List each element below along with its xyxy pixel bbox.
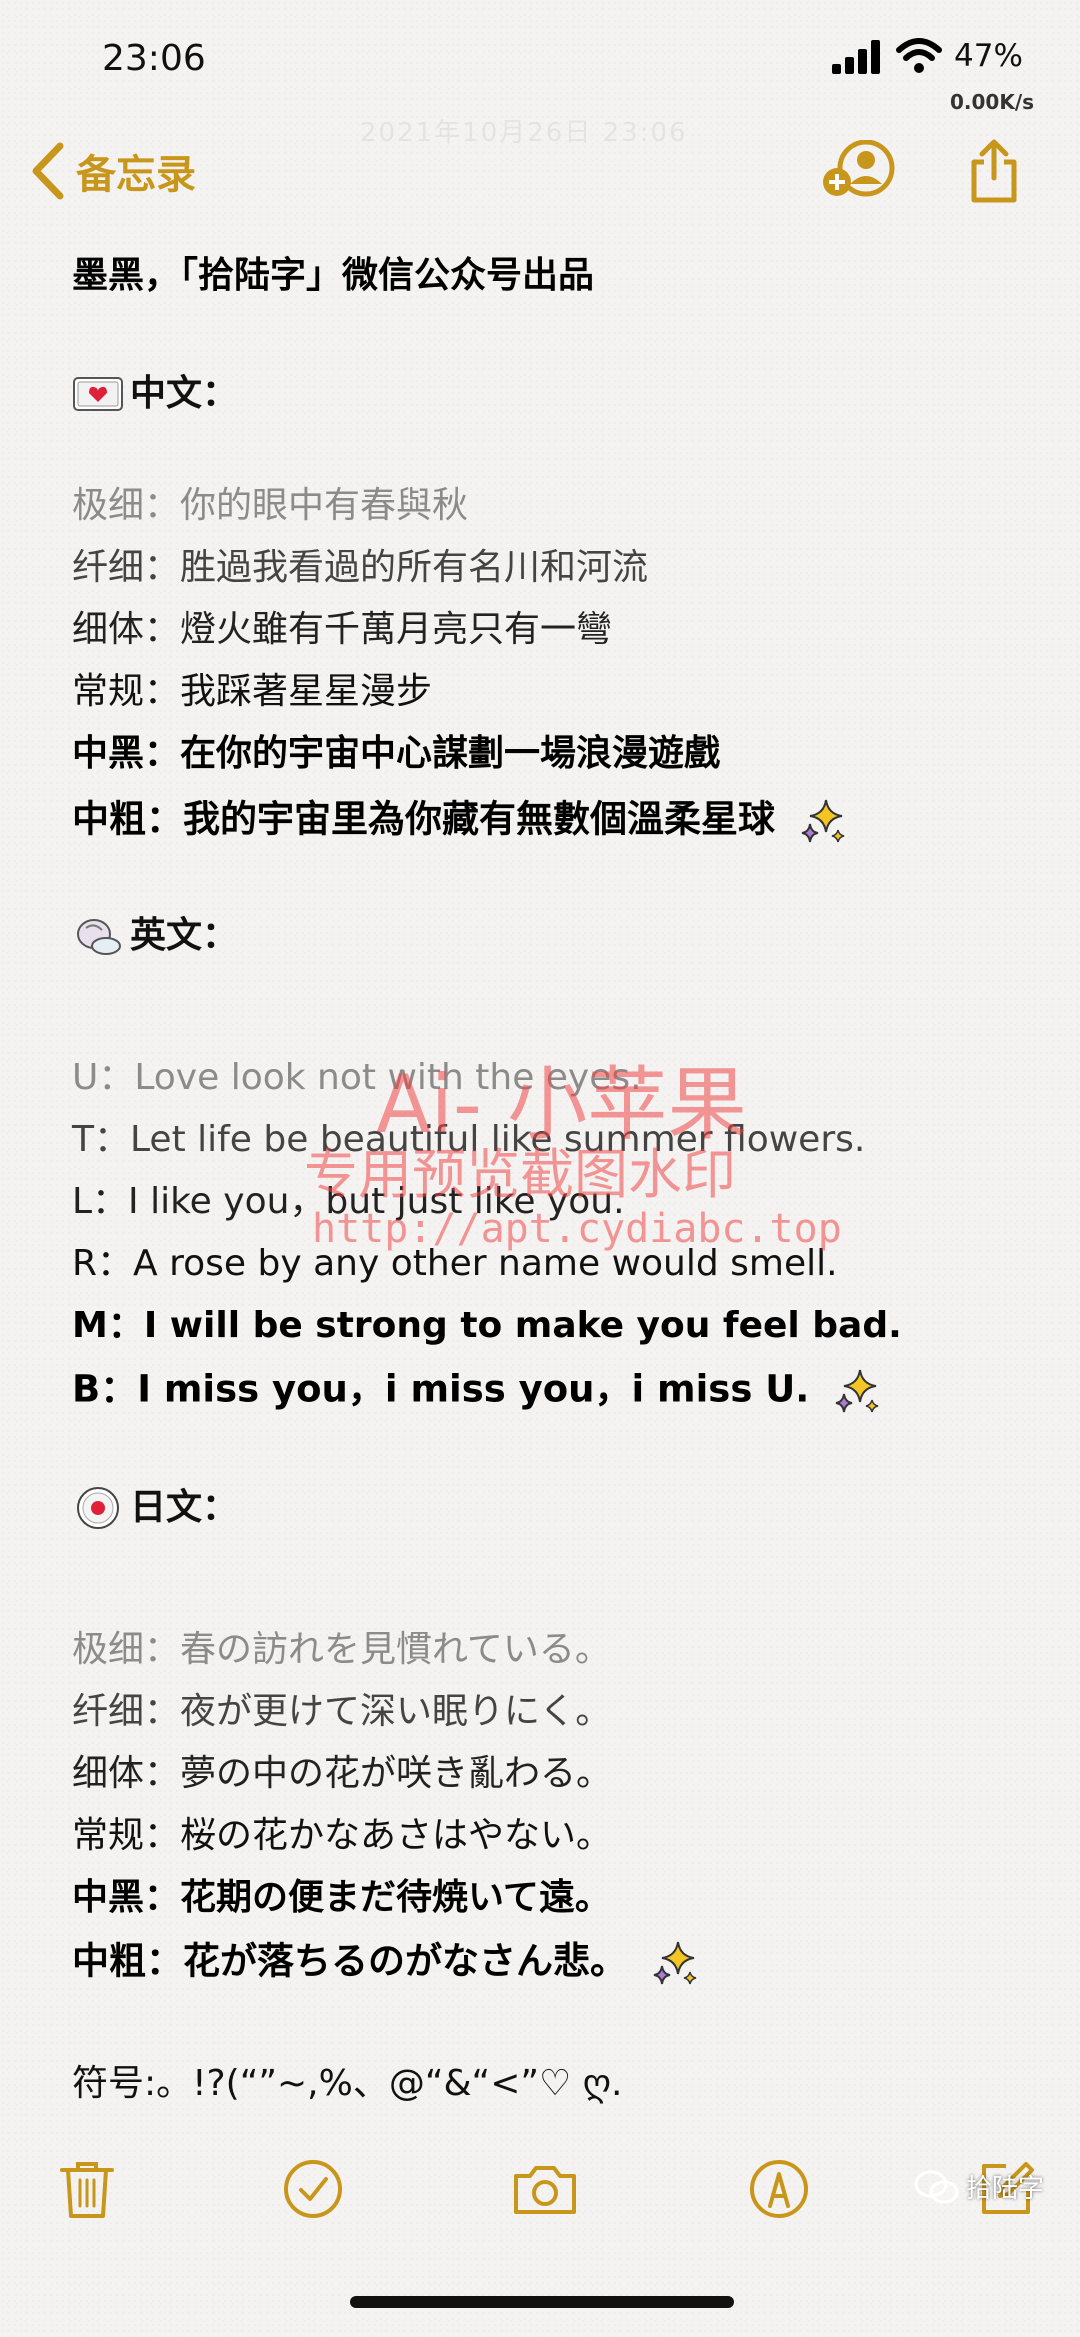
list-item: 常规：桜の花かなあさはやない。 bbox=[72, 1815, 613, 1856]
note-date: 2021年10月26日 23:06 bbox=[360, 118, 688, 148]
shell-icon bbox=[77, 919, 121, 955]
list-item: 中黑：在你的宇宙中心謀劃一場浪漫遊戲 bbox=[72, 733, 721, 774]
status-time: 23:06 bbox=[102, 38, 206, 79]
share-icon[interactable] bbox=[968, 138, 1020, 204]
chevron-left-icon bbox=[32, 142, 64, 200]
section-heading-japanese: 日文： bbox=[72, 1486, 238, 1530]
list-item: 纤细：胜過我看過的所有名川和河流 bbox=[72, 547, 649, 588]
cellular-signal-icon bbox=[832, 40, 880, 74]
heading-text: 英文： bbox=[130, 915, 239, 957]
home-indicator[interactable] bbox=[350, 2296, 734, 2308]
sparkles-icon bbox=[801, 799, 845, 843]
camera-icon[interactable] bbox=[510, 2158, 580, 2220]
section-heading-chinese: 中文： bbox=[72, 372, 238, 416]
sparkles-icon bbox=[836, 1369, 879, 1413]
watermark-url: http://apt.cydiabc.top bbox=[312, 1206, 842, 1252]
wechat-icon bbox=[914, 2170, 959, 2203]
symbols-line: 符号:。!?(“”~,%、@“&“<”♡ ღ. bbox=[72, 2063, 623, 2104]
list-item-text: B：I miss you，i miss you，i miss U. bbox=[72, 1367, 810, 1411]
trash-icon[interactable] bbox=[56, 2158, 118, 2220]
list-item: 中粗：花が落ちるのがなさん悲。 bbox=[72, 1938, 700, 1988]
list-item: 中粗：我的宇宙里為你藏有無數個溫柔星球 bbox=[72, 796, 848, 846]
japan-flag-button-icon bbox=[77, 1487, 119, 1529]
markup-pen-icon[interactable] bbox=[748, 2158, 810, 2220]
list-item: 纤细：夜が更けて深い眠りにく。 bbox=[72, 1691, 612, 1732]
flag-envelope-icon bbox=[73, 377, 123, 411]
list-item: 极细：春の訪れを見慣れている。 bbox=[72, 1629, 611, 1670]
wechat-credit: 拾陆字 bbox=[914, 2168, 1044, 2205]
list-item: 常规：我踩著星星漫步 bbox=[72, 671, 433, 712]
heading-text: 日文： bbox=[130, 1487, 239, 1529]
watermark-subtitle: 专用预览截图水印 bbox=[304, 1143, 736, 1206]
list-item: 细体：夢の中の花が咲き亂わる。 bbox=[72, 1753, 613, 1794]
wifi-icon bbox=[896, 38, 942, 73]
list-item: 细体：燈火雖有千萬月亮只有一彎 bbox=[72, 609, 613, 650]
add-person-share-icon[interactable] bbox=[822, 140, 896, 200]
list-item: 极细：你的眼中有春與秋 bbox=[72, 485, 469, 526]
back-label: 备忘录 bbox=[76, 152, 196, 198]
list-item: B：I miss you，i miss you，i miss U. bbox=[72, 1366, 882, 1416]
list-item: M：I will be strong to make you feel bad. bbox=[72, 1305, 902, 1346]
credit-text: 拾陆字 bbox=[966, 2174, 1045, 2204]
note-title: 墨黑，「拾陆字」微信公众号出品 bbox=[72, 255, 595, 296]
list-item: 中黑：花期の便まだ待焼いて遠。 bbox=[72, 1877, 611, 1918]
heading-text: 中文： bbox=[130, 373, 239, 415]
network-speed: 0.00K/s bbox=[950, 90, 1035, 114]
back-button[interactable]: 备忘录 bbox=[30, 142, 196, 200]
battery-percent: 47% bbox=[954, 38, 1023, 74]
checklist-icon[interactable] bbox=[282, 2158, 344, 2220]
section-heading-english: 英文： bbox=[72, 914, 238, 958]
list-item-text: 中粗：我的宇宙里為你藏有無數個溫柔星球 bbox=[72, 797, 775, 841]
list-item-text: 中粗：花が落ちるのがなさん悲。 bbox=[72, 1939, 627, 1983]
sparkles-icon bbox=[653, 1941, 697, 1985]
